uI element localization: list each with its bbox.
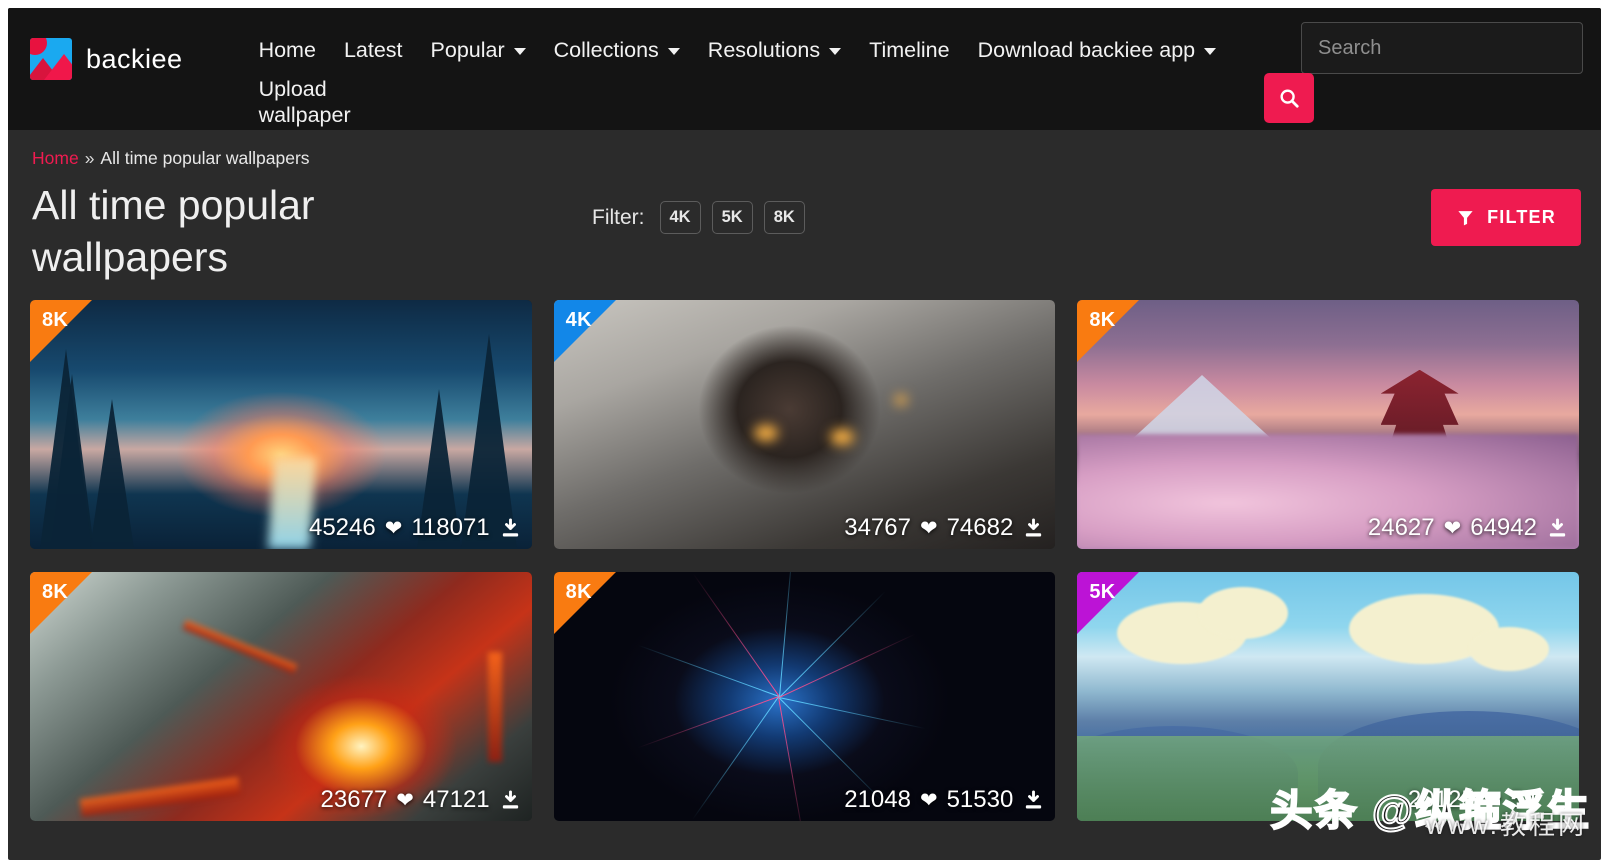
nav-item-download-app[interactable]: Download backiee app — [964, 32, 1231, 68]
heart-icon: ❤ — [1443, 516, 1462, 540]
wallpaper-card[interactable]: 4K 34767 ❤ 74682 — [553, 300, 1056, 549]
download-count: 118071 — [411, 514, 490, 541]
wallpaper-thumbnail — [553, 572, 1056, 821]
brand-logo[interactable]: backiee — [30, 38, 183, 80]
wallpaper-grid: 8K 45246 ❤ 118071 4K 34767 ❤ 74682 8K 24… — [8, 300, 1601, 821]
nav-item-label: Upload wallpaper — [258, 77, 351, 127]
like-count: 23677 — [320, 786, 388, 813]
heart-icon: ❤ — [919, 788, 938, 812]
heart-icon: ❤ — [396, 788, 414, 812]
breadcrumb: Home » All time popular wallpapers — [32, 148, 1601, 169]
wallpaper-thumbnail — [1077, 300, 1579, 549]
wallpaper-stats: 24627 ❤ 64942 — [1368, 514, 1569, 542]
search-area — [1264, 22, 1583, 123]
wallpaper-stats: 20125 ❤ 54 — [1408, 786, 1569, 814]
title-row: All time popular wallpapers Filter: 4K 5… — [8, 179, 1601, 284]
nav-item-label: Resolutions — [707, 38, 821, 62]
page-title: All time popular wallpapers — [32, 182, 315, 280]
search-button[interactable] — [1264, 73, 1314, 123]
filter-chip-8k[interactable]: 8K — [763, 201, 805, 234]
chevron-down-icon — [1204, 48, 1217, 55]
wallpaper-card[interactable]: 8K 45246 ❤ 118071 — [30, 300, 532, 549]
filter-chip-4k[interactable]: 4K — [659, 201, 701, 234]
resolution-badge-label: 8K — [1089, 309, 1116, 331]
nav-item-collections[interactable]: Collections — [540, 32, 694, 68]
nav-item-label: Timeline — [869, 38, 950, 62]
filter-button[interactable]: FILTER — [1431, 189, 1581, 246]
breadcrumb-current: All time popular wallpapers — [100, 148, 310, 168]
breadcrumb-home-link[interactable]: Home — [32, 148, 79, 169]
search-input[interactable] — [1301, 22, 1583, 74]
funnel-icon — [1458, 211, 1473, 226]
download-icon[interactable] — [1022, 517, 1045, 540]
resolution-badge-label: 8K — [42, 309, 69, 331]
download-icon[interactable] — [499, 789, 522, 812]
resolution-filter-group: Filter: 4K 5K 8K — [592, 201, 805, 234]
chevron-down-icon — [667, 48, 680, 55]
brand-name: backiee — [86, 43, 183, 74]
wallpaper-thumbnail — [1077, 572, 1579, 821]
nav-item-label: Home — [258, 38, 316, 62]
site-header: backiee Home Latest Popular Collections … — [8, 8, 1601, 130]
like-count: 24627 — [1367, 514, 1435, 541]
nav-item-upload-wallpaper[interactable]: Upload wallpaper — [245, 72, 365, 132]
nav-item-resolutions[interactable]: Resolutions — [694, 32, 855, 68]
download-count: 54 — [1510, 786, 1537, 813]
resolution-badge-label: 5K — [1089, 581, 1116, 603]
download-count: 51530 — [946, 786, 1014, 813]
filter-chip-5k[interactable]: 5K — [711, 201, 753, 234]
download-icon[interactable] — [1546, 517, 1569, 540]
resolution-badge-label: 8K — [42, 581, 69, 603]
resolution-badge-label: 4K — [565, 309, 592, 331]
breadcrumb-separator: » — [84, 148, 95, 168]
nav-item-label: Latest — [343, 38, 403, 62]
download-icon[interactable] — [499, 517, 522, 540]
backiee-logo-icon — [30, 38, 72, 80]
nav-item-label: Popular — [430, 38, 505, 62]
like-count: 45246 — [308, 514, 376, 541]
filter-label: Filter: — [592, 205, 645, 229]
nav-item-popular[interactable]: Popular — [417, 32, 540, 68]
resolution-badge-label: 8K — [565, 581, 592, 603]
nav-item-latest[interactable]: Latest — [330, 32, 417, 68]
wallpaper-card[interactable]: 8K 23677 ❤ 47121 — [30, 572, 532, 821]
wallpaper-card[interactable]: 8K 21048 ❤ 51530 — [553, 572, 1056, 821]
heart-icon: ❤ — [919, 516, 938, 540]
page-root: backiee Home Latest Popular Collections … — [8, 8, 1601, 860]
nav-item-home[interactable]: Home — [245, 32, 330, 68]
search-icon — [1280, 89, 1299, 108]
heart-icon: ❤ — [384, 516, 403, 540]
nav-item-label: Download backiee app — [977, 38, 1196, 62]
main-navigation: Home Latest Popular Collections Resoluti… — [245, 32, 1285, 132]
nav-item-timeline[interactable]: Timeline — [855, 32, 963, 68]
chevron-down-icon — [513, 48, 526, 55]
nav-item-label: Collections — [553, 38, 659, 62]
download-count: 47121 — [422, 786, 490, 813]
like-count: 34767 — [844, 514, 911, 541]
download-icon[interactable] — [1022, 789, 1045, 812]
wallpaper-card[interactable]: 8K 24627 ❤ 64942 — [1077, 300, 1579, 549]
download-count: 64942 — [1470, 514, 1537, 541]
chevron-down-icon — [829, 48, 842, 55]
wallpaper-stats: 21048 ❤ 51530 — [844, 786, 1045, 814]
wallpaper-thumbnail — [30, 572, 532, 821]
heart-icon: ❤ — [1483, 788, 1502, 812]
wallpaper-stats: 45246 ❤ 118071 — [309, 514, 522, 542]
like-count: 20125 — [1407, 786, 1475, 813]
wallpaper-stats: 23677 ❤ 47121 — [321, 786, 522, 814]
wallpaper-thumbnail — [30, 300, 532, 549]
like-count: 21048 — [844, 786, 911, 813]
wallpaper-card[interactable]: 5K 20125 ❤ 54 — [1077, 572, 1579, 821]
download-count: 74682 — [946, 514, 1014, 541]
filter-button-label: FILTER — [1487, 207, 1556, 227]
download-icon[interactable] — [1546, 789, 1569, 812]
wallpaper-thumbnail — [553, 300, 1056, 549]
wallpaper-stats: 34767 ❤ 74682 — [844, 514, 1045, 542]
